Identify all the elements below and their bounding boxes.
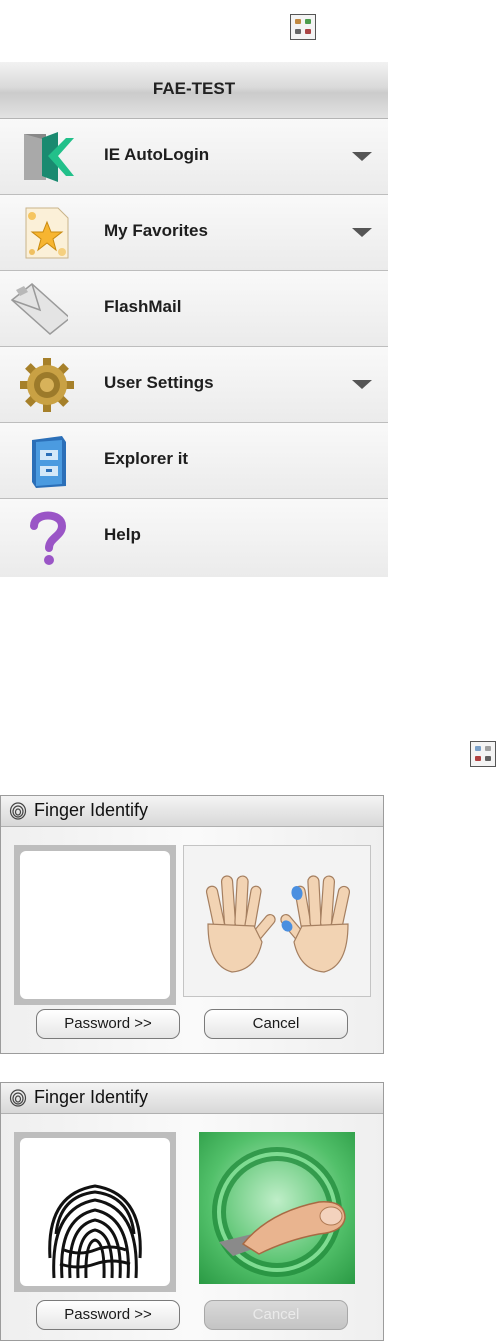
help-question-icon (30, 511, 67, 565)
favorites-star-icon (25, 207, 69, 259)
menu-item-label: IE AutoLogin (104, 145, 210, 164)
fingerprint-icon (9, 802, 27, 820)
fingerprint-blank-area (20, 851, 170, 999)
menu-item-flashmail[interactable]: FlashMail (0, 271, 388, 347)
finger-select-panel (183, 845, 371, 997)
cancel-button[interactable]: Cancel (204, 1009, 348, 1039)
menu-item-label: My Favorites (104, 221, 208, 240)
menu-title: FAE-TEST (152, 79, 236, 98)
menu-item-label: Help (104, 525, 141, 544)
menu-item-label: Explorer it (104, 449, 189, 468)
flashmail-envelope-icon (10, 283, 68, 335)
menu-item-explorer-it[interactable]: Explorer it (0, 423, 388, 499)
password-button[interactable]: Password >> (36, 1009, 180, 1039)
app-menu-panel: FAE-TEST IE AutoLogin My Favorites Flash… (0, 62, 388, 577)
menu-item-ie-autologin[interactable]: IE AutoLogin (0, 119, 388, 195)
tray-app-icon[interactable] (470, 741, 496, 767)
fingerprint-preview (14, 1132, 176, 1292)
finger-identify-dialog: Finger Identify Password >> Cancel (0, 1082, 384, 1341)
menu-item-help[interactable]: Help (0, 499, 388, 577)
fingerprint-icon (9, 1089, 27, 1107)
chevron-down-icon[interactable] (352, 228, 372, 237)
tray-app-icon[interactable] (290, 14, 316, 40)
settings-gear-icon (20, 358, 74, 412)
ie-autologin-icon (24, 132, 74, 182)
finger-identify-dialog: Finger Identify Password >> Cancel (0, 795, 384, 1054)
dialog-titlebar[interactable]: Finger Identify (1, 1083, 383, 1114)
password-button[interactable]: Password >> (36, 1300, 180, 1330)
menu-header: FAE-TEST (0, 62, 388, 119)
dialog-titlebar[interactable]: Finger Identify (1, 796, 383, 827)
chevron-down-icon[interactable] (352, 152, 372, 161)
finger-on-sensor-icon (212, 1147, 346, 1277)
menu-item-label: User Settings (104, 373, 214, 392)
dialog-title: Finger Identify (34, 800, 149, 820)
menu-item-my-favorites[interactable]: My Favorites (0, 195, 388, 271)
menu-item-label: FlashMail (104, 297, 182, 316)
fingerprint-preview (14, 845, 176, 1005)
fingerprint-scan-icon (48, 1184, 142, 1279)
cancel-button-disabled[interactable]: Cancel (204, 1300, 348, 1330)
scan-guide-image (199, 1132, 355, 1284)
explorer-cabinet-icon (32, 436, 66, 488)
fingerprint-scan-area (20, 1138, 170, 1286)
menu-item-user-settings[interactable]: User Settings (0, 347, 388, 423)
hands-icon (205, 875, 351, 973)
chevron-down-icon[interactable] (352, 380, 372, 389)
dialog-title: Finger Identify (34, 1087, 149, 1107)
